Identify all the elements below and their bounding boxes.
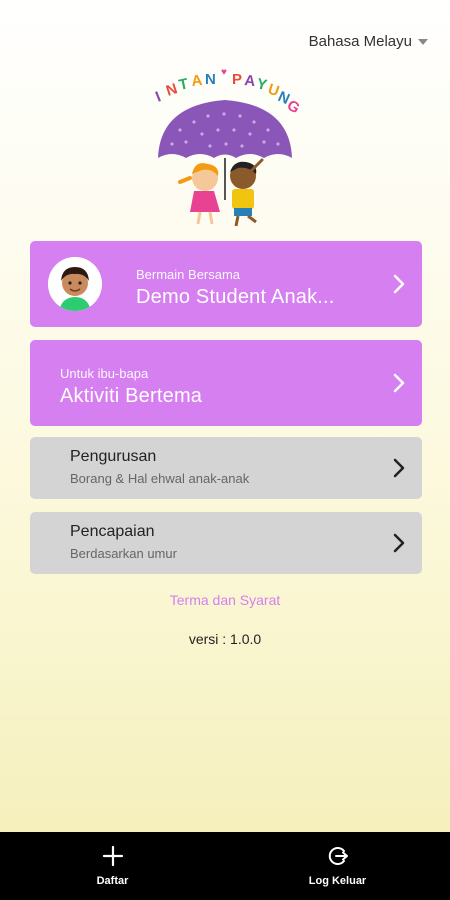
student-avatar [48,257,102,311]
achievement-title: Pencapaian [70,523,155,540]
logout-icon [328,847,348,865]
svg-text:A: A [244,72,257,90]
svg-text:I: I [153,88,163,105]
register-label: Daftar [96,875,129,887]
plus-icon [102,845,123,867]
terms-link[interactable]: Terma dan Syarat [0,592,450,608]
version-label: versi : 1.0.0 [188,631,262,647]
logout-button[interactable]: Log Keluar [225,832,450,900]
management-subtitle: Borang & Hal ehwal anak-anak [70,471,250,486]
svg-text:N: N [205,71,216,88]
language-selector[interactable]: Bahasa Melayu [309,33,428,50]
play-card-subtitle: Bermain Bersama [136,267,241,282]
themed-activities-card[interactable]: Untuk ibu-bapa Aktiviti Bertema [30,340,422,426]
chevron-right-icon [393,458,405,478]
chevron-right-icon [393,274,405,294]
chevron-right-icon [393,533,405,553]
management-card[interactable]: Pengurusan Borang & Hal ehwal anak-anak [30,437,422,499]
svg-text:P: P [232,71,242,88]
achievement-subtitle: Berdasarkan umur [70,546,177,561]
language-label: Bahasa Melayu [308,33,412,50]
svg-text:N: N [164,80,180,100]
parents-card-subtitle: Untuk ibu-bapa [60,366,149,381]
register-button[interactable]: Daftar [0,832,225,900]
bottom-navigation: Daftar Log Keluar [0,832,450,900]
parents-card-title: Aktiviti Bertema [60,385,203,407]
dropdown-caret-icon [418,38,428,45]
svg-text:T: T [177,75,190,94]
logout-label: Log Keluar [308,875,367,887]
management-title: Pengurusan [70,448,157,465]
app-logo: I N T A N ♥ P A Y U N G [150,60,303,232]
chevron-right-icon [393,373,405,393]
achievement-card[interactable]: Pencapaian Berdasarkan umur [30,512,422,574]
play-together-card[interactable]: Bermain Bersama Demo Student Anak... [30,241,422,327]
svg-text:♥: ♥ [221,67,227,78]
student-name: Demo Student Anak... [136,286,335,308]
svg-text:A: A [191,72,204,90]
svg-text:Y: Y [255,75,268,94]
